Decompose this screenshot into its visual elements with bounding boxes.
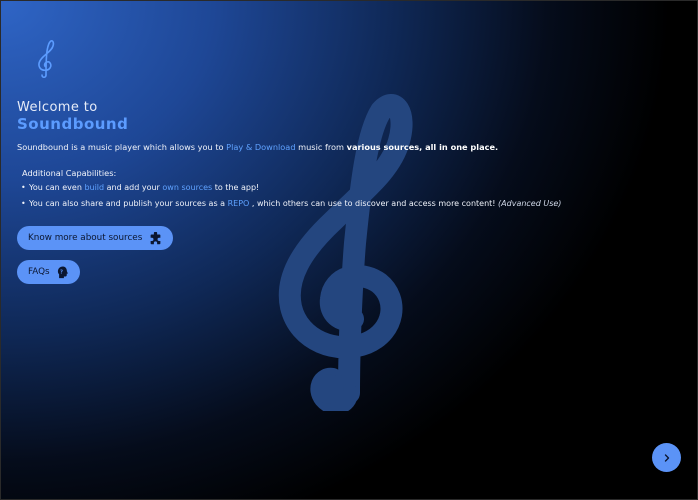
capability-item-repo: • You can also share and publish your sou… bbox=[21, 198, 561, 210]
repo-highlight: REPO bbox=[227, 199, 250, 208]
faqs-button[interactable]: FAQs ? bbox=[17, 260, 80, 284]
chevron-right-icon bbox=[664, 453, 669, 462]
know-more-sources-label: Know more about sources bbox=[28, 233, 143, 243]
intro-text-part: music from bbox=[295, 142, 347, 152]
next-button[interactable] bbox=[652, 443, 681, 472]
capabilities-title: Additional Capabilities: bbox=[22, 168, 117, 178]
intro-text-part: Soundbound is a music player which allow… bbox=[17, 142, 227, 152]
capability-text: , which others can use to discover and a… bbox=[249, 199, 499, 208]
build-highlight: build bbox=[84, 183, 105, 192]
capability-text: and add your bbox=[104, 183, 163, 192]
svg-text:?: ? bbox=[60, 269, 63, 275]
advanced-use-note: (Advanced Use) bbox=[498, 199, 562, 208]
head-question-icon: ? bbox=[57, 266, 68, 278]
capability-item-build: • You can even build and add your own sou… bbox=[21, 182, 561, 194]
capability-text: You can even bbox=[29, 183, 85, 192]
onboarding-screen: Welcome to Soundbound Soundbound is a mu… bbox=[0, 0, 698, 500]
app-name-title: Soundbound bbox=[17, 115, 129, 133]
know-more-sources-button[interactable]: Know more about sources bbox=[17, 226, 173, 250]
welcome-heading: Welcome to bbox=[17, 100, 98, 115]
capability-text: You can also share and publish your sour… bbox=[29, 199, 228, 208]
intro-strong-text: various sources, all in one place. bbox=[346, 142, 499, 152]
capability-text: to the app! bbox=[212, 183, 260, 192]
intro-text: Soundbound is a music player which allow… bbox=[17, 141, 498, 153]
own-sources-highlight: own sources bbox=[162, 183, 213, 192]
bullet: • bbox=[21, 183, 26, 192]
bullet: • bbox=[21, 199, 26, 208]
capabilities-list: • You can even build and add your own sou… bbox=[21, 182, 561, 214]
play-download-highlight: Play & Download bbox=[226, 142, 296, 152]
faqs-label: FAQs bbox=[28, 267, 50, 277]
treble-clef-logo-icon bbox=[38, 40, 55, 79]
puzzle-piece-icon bbox=[150, 231, 161, 244]
